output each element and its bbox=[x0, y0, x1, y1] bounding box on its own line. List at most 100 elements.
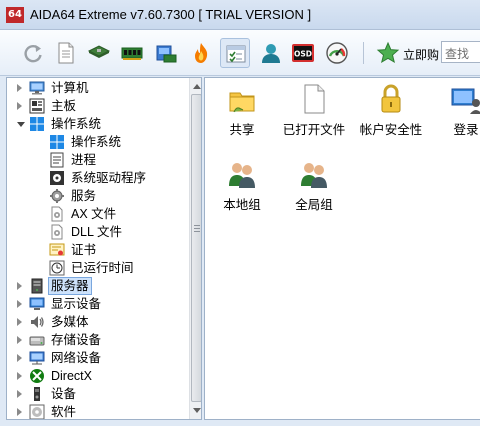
navigation-tree: 计算机 主板 操作系统 操作系统 进程 系统驱动程序 服务 AX 文件 DLL 文件 证书 已运行时… bbox=[6, 77, 202, 420]
tree-item[interactable]: 进程 bbox=[7, 151, 187, 169]
shared-folder-icon bbox=[229, 92, 255, 113]
content-item-label: 登录 bbox=[453, 123, 479, 137]
content-item[interactable]: 已打开文件 bbox=[278, 83, 350, 147]
tree-item-label: 进程 bbox=[71, 153, 97, 167]
user-button[interactable] bbox=[256, 38, 286, 68]
tree-item-label: 计算机 bbox=[51, 81, 89, 95]
expand-arrow-right-icon[interactable] bbox=[17, 408, 22, 416]
ax-file-icon bbox=[51, 206, 63, 222]
tree-item[interactable]: 操作系统 bbox=[7, 133, 187, 151]
expand-arrow-right-icon[interactable] bbox=[17, 318, 22, 326]
tree-scrollbar[interactable] bbox=[189, 78, 201, 419]
buy-now-button[interactable] bbox=[373, 38, 403, 68]
process-icon bbox=[50, 152, 64, 168]
tree-item-label: 网络设备 bbox=[51, 351, 102, 365]
expand-arrow-right-icon[interactable] bbox=[17, 300, 22, 308]
uptime-icon bbox=[49, 260, 65, 276]
motherboard-icon bbox=[29, 98, 45, 114]
tree-item-label: DLL 文件 bbox=[71, 225, 122, 239]
flame-button[interactable] bbox=[186, 38, 216, 68]
device-icon bbox=[34, 387, 40, 401]
scroll-down-arrow-icon[interactable] bbox=[193, 408, 201, 413]
expand-arrow-right-icon[interactable] bbox=[17, 282, 22, 290]
global-group-icon bbox=[301, 163, 327, 188]
network-card-button[interactable] bbox=[151, 38, 181, 68]
tree-item-label: AX 文件 bbox=[71, 207, 117, 221]
tree-item[interactable]: 网络设备 bbox=[7, 349, 187, 367]
toolbar: OSD 立即购 查找 bbox=[0, 30, 480, 76]
tree-item[interactable]: 软件 bbox=[7, 403, 187, 419]
system-tools-button[interactable] bbox=[220, 38, 250, 68]
tree-item[interactable]: 设备 bbox=[7, 385, 187, 403]
tree-item[interactable]: 服务 bbox=[7, 187, 187, 205]
tree-item[interactable]: 存储设备 bbox=[7, 331, 187, 349]
tree-item[interactable]: 系统驱动程序 bbox=[7, 169, 187, 187]
tree-item[interactable]: AX 文件 bbox=[7, 205, 187, 223]
content-item[interactable]: 登录 bbox=[430, 83, 480, 147]
driver-icon bbox=[50, 171, 64, 185]
content-item[interactable]: 全局组 bbox=[278, 158, 350, 222]
tree-item-label: 存储设备 bbox=[51, 333, 102, 347]
refresh-button[interactable] bbox=[18, 38, 48, 68]
tree-item-label: DirectX bbox=[51, 369, 92, 383]
tree-item[interactable]: 服务器 bbox=[7, 277, 187, 295]
window-title: AIDA64 Extreme v7.60.7300 [ TRIAL VERSIO… bbox=[30, 7, 312, 22]
svg-text:OSD: OSD bbox=[294, 50, 312, 59]
expand-arrow-right-icon[interactable] bbox=[17, 102, 22, 110]
expand-arrow-right-icon[interactable] bbox=[17, 354, 22, 362]
expand-arrow-right-icon[interactable] bbox=[17, 372, 22, 380]
computer-icon bbox=[29, 81, 45, 95]
gauge-button[interactable] bbox=[322, 38, 352, 68]
report-button[interactable] bbox=[51, 38, 81, 68]
memory-button[interactable] bbox=[117, 38, 147, 68]
windows-icon bbox=[50, 135, 64, 149]
content-panel: 共享 已打开文件 帐户安全性 登录本地组 全局组 bbox=[204, 77, 480, 420]
tree-item[interactable]: DLL 文件 bbox=[7, 223, 187, 241]
expand-arrow-right-icon[interactable] bbox=[17, 336, 22, 344]
motherboard-button[interactable] bbox=[84, 38, 114, 68]
tree-item[interactable]: 操作系统 bbox=[7, 115, 187, 133]
tree-item-label: 操作系统 bbox=[51, 117, 102, 131]
tree-item[interactable]: 主板 bbox=[7, 97, 187, 115]
display-icon bbox=[29, 297, 45, 310]
refresh-icon bbox=[24, 44, 42, 63]
aida64-logo-icon: 64 bbox=[6, 7, 24, 23]
title-bar: 64 AIDA64 Extreme v7.60.7300 [ TRIAL VER… bbox=[0, 0, 480, 30]
tree-item-label: 证书 bbox=[71, 243, 97, 257]
toolbar-separator bbox=[363, 42, 364, 64]
expand-arrow-right-icon[interactable] bbox=[17, 84, 22, 92]
storage-icon bbox=[29, 336, 45, 346]
software-icon bbox=[29, 404, 45, 419]
tree-item[interactable]: DirectX bbox=[7, 367, 187, 385]
open-file-icon bbox=[304, 84, 325, 114]
osd-button[interactable]: OSD bbox=[288, 38, 318, 68]
osd-icon: OSD bbox=[292, 44, 314, 62]
local-group-icon bbox=[229, 163, 255, 188]
certificate-icon bbox=[49, 243, 65, 256]
buy-now-label[interactable]: 立即购 bbox=[403, 46, 439, 63]
expand-arrow-down-icon[interactable] bbox=[17, 122, 25, 127]
tree-item-label: 主板 bbox=[51, 99, 77, 113]
tree-item-label: 操作系统 bbox=[71, 135, 122, 149]
tree-item[interactable]: 已运行时间 bbox=[7, 259, 187, 277]
content-item-label: 已打开文件 bbox=[282, 123, 346, 137]
tree-item-label: 服务 bbox=[71, 189, 97, 203]
tree-item[interactable]: 证书 bbox=[7, 241, 187, 259]
tree-item-label: 设备 bbox=[51, 387, 77, 401]
content-item-label: 全局组 bbox=[295, 198, 333, 212]
tree-item[interactable]: 多媒体 bbox=[7, 313, 187, 331]
network-card-icon bbox=[156, 45, 177, 63]
content-item[interactable]: 本地组 bbox=[206, 158, 278, 222]
search-input[interactable]: 查找 bbox=[441, 41, 480, 63]
expand-arrow-right-icon[interactable] bbox=[17, 390, 22, 398]
star-icon bbox=[376, 41, 400, 64]
content-item[interactable]: 帐户安全性 bbox=[355, 83, 427, 147]
tree-item-label: 多媒体 bbox=[51, 315, 89, 329]
user-icon bbox=[262, 44, 280, 63]
scroll-up-arrow-icon[interactable] bbox=[193, 84, 201, 89]
windows-icon bbox=[30, 117, 44, 131]
tree-item[interactable]: 计算机 bbox=[7, 79, 187, 97]
content-item[interactable]: 共享 bbox=[206, 83, 278, 147]
scrollbar-thumb[interactable] bbox=[191, 94, 201, 402]
tree-item[interactable]: 显示设备 bbox=[7, 295, 187, 313]
